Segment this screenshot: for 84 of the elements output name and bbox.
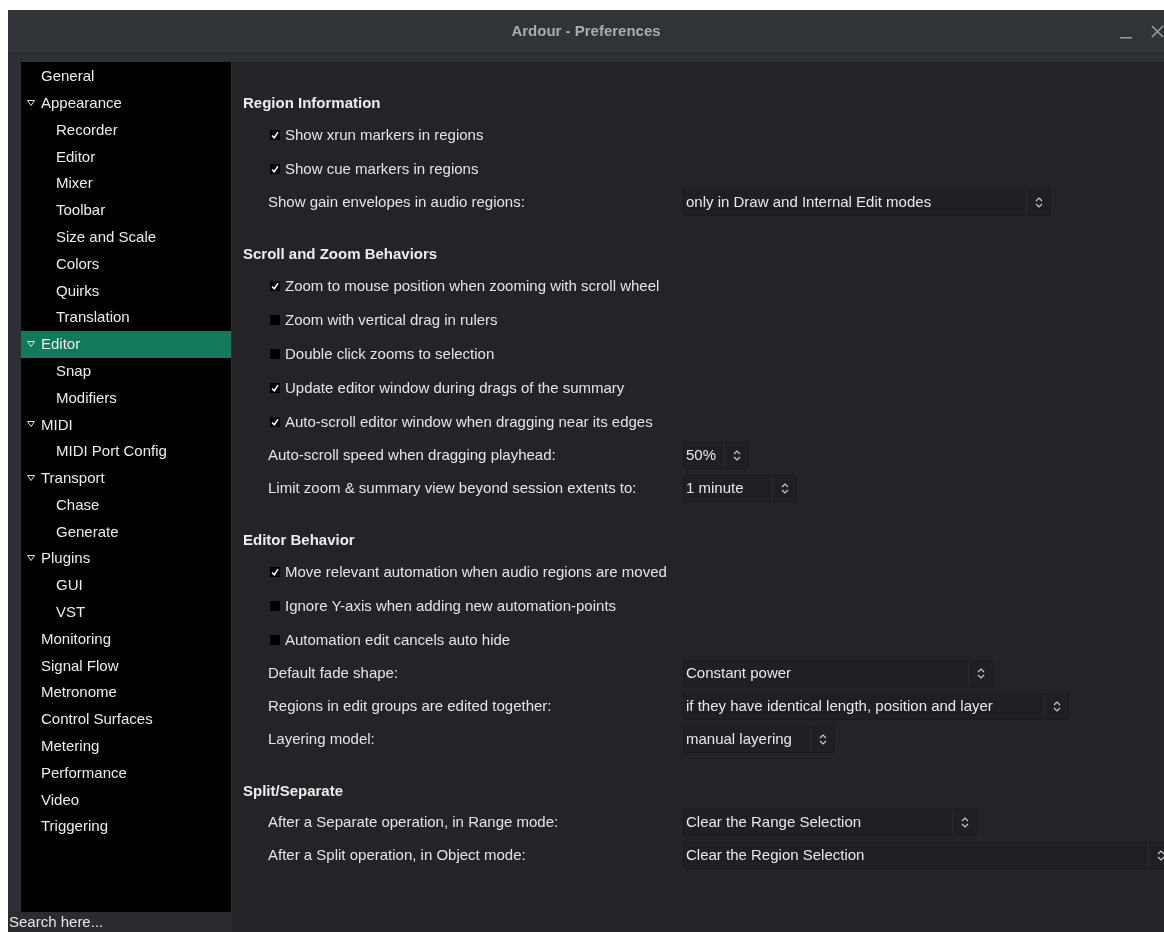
sidebar-item[interactable]: Plugins	[21, 545, 231, 573]
sidebar-item[interactable]: Triggering	[21, 813, 231, 841]
setting-label: After a Split operation, in Object mode:	[268, 845, 527, 866]
checkbox-label[interactable]: Automation edit cancels auto hide	[285, 628, 511, 652]
section-heading: Region Information	[243, 92, 381, 113]
up-down-chevron-icon	[1156, 849, 1164, 862]
sidebar-item[interactable]: Snap	[21, 357, 231, 385]
window-title: Ardour - Preferences	[510, 21, 662, 42]
section-heading: Split/Separate	[243, 780, 344, 801]
sidebar-item[interactable]: Chase	[21, 491, 231, 519]
up-down-chevron-icon	[732, 449, 741, 462]
dropdown[interactable]: Clear the Region Selection	[683, 842, 1164, 869]
sidebar-item[interactable]: Transport	[21, 464, 231, 492]
dropdown[interactable]: 50%	[683, 442, 749, 469]
sidebar-item[interactable]: Mixer	[21, 170, 231, 197]
search-field[interactable]: Search here...	[8, 912, 232, 932]
checkbox[interactable]	[270, 567, 280, 577]
checkbox-label[interactable]: Zoom to mouse position when zooming with scroll wheel	[285, 274, 660, 298]
expanded-triangle-icon[interactable]	[27, 98, 35, 107]
checkbox[interactable]	[270, 315, 280, 325]
sidebar-item[interactable]: Video	[21, 786, 231, 814]
sidebar-item[interactable]: MIDI	[21, 411, 231, 439]
sidebar-item[interactable]: Generate	[21, 518, 231, 546]
dropdown[interactable]: only in Draw and Internal Edit modes	[683, 189, 1051, 216]
checkbox[interactable]	[270, 417, 280, 427]
dropdown[interactable]: manual layering	[683, 726, 835, 753]
setting-label: Auto-scroll speed when dragging playhead:	[268, 445, 557, 466]
sidebar-item[interactable]: Colors	[21, 250, 231, 278]
up-down-chevron-icon	[1052, 700, 1061, 713]
up-down-chevron-icon	[818, 733, 827, 746]
setting-label: Default fade shape:	[268, 663, 400, 684]
checkbox[interactable]	[270, 635, 280, 645]
sidebar-item[interactable]: General	[21, 63, 231, 90]
sidebar-item[interactable]: Metering	[21, 732, 231, 760]
expanded-triangle-icon[interactable]	[27, 554, 35, 563]
checkbox[interactable]	[270, 164, 280, 174]
sidebar-item[interactable]: Modifiers	[21, 384, 231, 412]
sidebar-item[interactable]: VST	[21, 598, 231, 626]
checkbox-label[interactable]: Update editor window during drags of the summary	[285, 376, 625, 400]
checkbox-label[interactable]: Zoom with vertical drag in rulers	[285, 308, 498, 332]
checkbox[interactable]	[270, 601, 280, 611]
dropdown[interactable]: Constant power	[683, 660, 993, 687]
sidebar-item[interactable]: Toolbar	[21, 197, 231, 224]
up-down-chevron-icon	[960, 816, 969, 829]
sidebar-item[interactable]: Performance	[21, 759, 231, 787]
sidebar-item[interactable]: Editor	[21, 330, 231, 358]
up-down-chevron-icon	[780, 482, 789, 495]
checkbox[interactable]	[270, 130, 280, 140]
setting-label: Layering model:	[268, 729, 376, 750]
sidebar-item[interactable]: Control Surfaces	[21, 706, 231, 733]
up-down-chevron-icon	[1034, 196, 1043, 209]
sidebar-item[interactable]: Recorder	[21, 116, 231, 144]
setting-label: Limit zoom & summary view beyond session extents to:	[268, 478, 638, 499]
checkbox[interactable]	[270, 383, 280, 393]
checkbox-label[interactable]: Show cue markers in regions	[285, 157, 479, 181]
checkbox-label[interactable]: Auto-scroll editor window when dragging near its edges	[285, 410, 653, 434]
section-heading: Editor Behavior	[243, 529, 355, 550]
checkbox[interactable]	[270, 349, 280, 359]
checkbox-label[interactable]: Ignore Y-axis when adding new automation-points	[285, 594, 617, 618]
sidebar-item[interactable]: Metronome	[21, 679, 231, 707]
sidebar-item[interactable]: Quirks	[21, 277, 231, 305]
checkbox-label[interactable]: Show xrun markers in regions	[285, 123, 484, 147]
checkbox[interactable]	[270, 281, 280, 291]
checkbox-label[interactable]: Move relevant automation when audio regions are moved	[285, 560, 667, 584]
expanded-triangle-icon[interactable]	[27, 473, 35, 482]
sidebar-item[interactable]: Translation	[21, 304, 231, 331]
close-icon[interactable]	[1151, 25, 1164, 38]
checkbox-label[interactable]: Double click zooms to selection	[285, 342, 495, 366]
sidebar-item[interactable]: Editor	[21, 143, 231, 171]
setting-label: Show gain envelopes in audio regions:	[268, 192, 526, 213]
section-heading: Scroll and Zoom Behaviors	[243, 243, 438, 264]
sidebar-item[interactable]: Appearance	[21, 89, 231, 117]
expanded-triangle-icon[interactable]	[27, 420, 35, 429]
sidebar-item[interactable]: MIDI Port Config	[21, 438, 231, 465]
dropdown[interactable]: if they have identical length, position and layer	[683, 693, 1069, 720]
dropdown[interactable]: Clear the Range Selection	[683, 809, 977, 836]
setting-label: After a Separate operation, in Range mode:	[268, 812, 560, 833]
setting-label: Regions in edit groups are edited together:	[268, 696, 553, 717]
sidebar-item[interactable]: Monitoring	[21, 625, 231, 653]
up-down-chevron-icon	[976, 667, 985, 680]
sidebar-item[interactable]: Signal Flow	[21, 652, 231, 680]
sidebar-item[interactable]: GUI	[21, 572, 231, 599]
sidebar-item[interactable]: Size and Scale	[21, 223, 231, 251]
dropdown[interactable]: 1 minute	[683, 475, 797, 502]
